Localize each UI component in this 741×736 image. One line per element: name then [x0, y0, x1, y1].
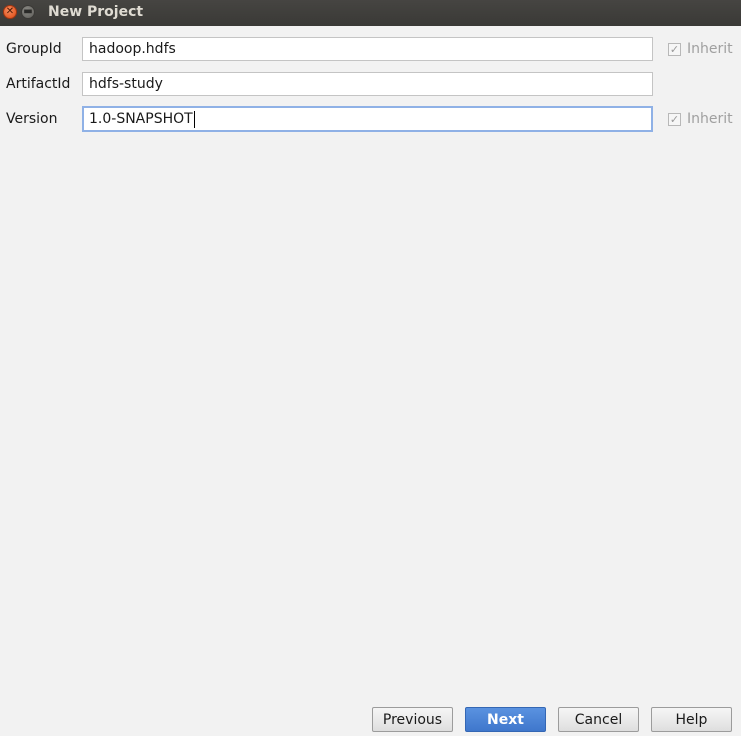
minimize-icon[interactable]: ▬	[21, 5, 35, 19]
artifact-id-value: hdfs-study	[89, 76, 163, 92]
close-icon[interactable]: ✕	[3, 5, 17, 19]
artifact-id-label: ArtifactId	[6, 76, 71, 92]
window-titlebar: ✕ ▬ New Project	[0, 0, 741, 26]
window-title: New Project	[48, 4, 144, 20]
group-id-inherit-checkbox[interactable]: ✓ Inherit	[668, 41, 733, 57]
version-field[interactable]: 1.0-SNAPSHOT	[82, 106, 653, 132]
next-button[interactable]: Next	[465, 707, 546, 732]
text-caret	[193, 110, 195, 128]
help-button[interactable]: Help	[651, 707, 732, 732]
checkbox-checked-icon: ✓	[668, 42, 681, 56]
artifact-id-field[interactable]: hdfs-study	[82, 72, 653, 96]
checkbox-checked-icon: ✓	[668, 112, 681, 126]
group-id-inherit-label: Inherit	[687, 41, 733, 57]
group-id-value: hadoop.hdfs	[89, 41, 176, 57]
previous-button[interactable]: Previous	[372, 707, 453, 732]
version-inherit-checkbox[interactable]: ✓ Inherit	[668, 111, 733, 127]
group-id-field[interactable]: hadoop.hdfs	[82, 37, 653, 61]
version-inherit-label: Inherit	[687, 111, 733, 127]
version-value: 1.0-SNAPSHOT	[89, 111, 193, 127]
version-label: Version	[6, 111, 58, 127]
group-id-label: GroupId	[6, 41, 62, 57]
cancel-button[interactable]: Cancel	[558, 707, 639, 732]
